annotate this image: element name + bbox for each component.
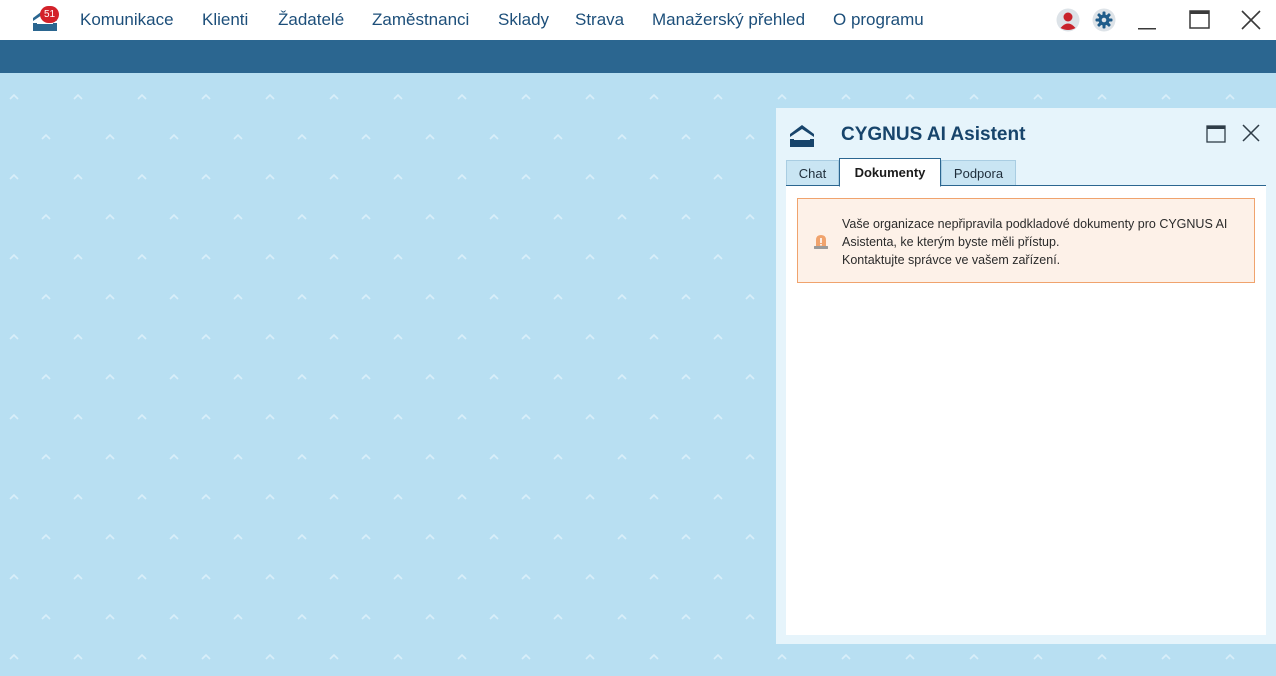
assistant-logo-icon — [790, 125, 814, 147]
close-icon[interactable] — [1239, 8, 1263, 32]
maximize-icon[interactable] — [1188, 8, 1212, 32]
nav-item-zamestnanci[interactable]: Zaměstnanci — [372, 0, 469, 40]
alert-message: Vaše organizace nepřipravila podkladové … — [842, 215, 1246, 269]
alert-message-line1: Vaše organizace nepřipravila podkladové … — [842, 217, 1228, 249]
user-icon[interactable] — [1056, 8, 1080, 32]
nav-item-zadatele[interactable]: Žadatelé — [278, 0, 344, 40]
notification-badge[interactable]: 51 — [40, 6, 59, 23]
tab-chat[interactable]: Chat — [786, 160, 839, 186]
nav-item-strava[interactable]: Strava — [575, 0, 624, 40]
tab-podpora[interactable]: Podpora — [941, 160, 1016, 186]
minimize-icon[interactable] — [1136, 8, 1160, 32]
documents-content: Vaše organizace nepřipravila podkladové … — [786, 186, 1266, 635]
nav-item-manazersky-prehled[interactable]: Manažerský přehled — [652, 0, 805, 40]
nav-item-o-programu[interactable]: O programu — [833, 0, 924, 40]
top-menu-bar: 51 Komunikace Klienti Žadatelé Zaměstnan… — [0, 0, 1276, 40]
alert-message-line2: Kontaktujte správce ve vašem zařízení. — [842, 253, 1061, 267]
tab-dokumenty[interactable]: Dokumenty — [839, 158, 941, 187]
nav-item-klienti[interactable]: Klienti — [202, 0, 248, 40]
ai-assistant-panel: CYGNUS AI Asistent Chat Dokumenty Podpor… — [776, 108, 1276, 644]
panel-title: CYGNUS AI Asistent — [841, 124, 1026, 145]
gear-icon[interactable] — [1092, 8, 1116, 32]
nav-item-sklady[interactable]: Sklady — [498, 0, 549, 40]
nav-item-komunikace[interactable]: Komunikace — [80, 0, 174, 40]
panel-maximize-icon[interactable] — [1206, 124, 1226, 144]
panel-close-icon[interactable] — [1241, 123, 1261, 143]
warning-alert: Vaše organizace nepřipravila podkladové … — [797, 198, 1255, 283]
header-strip — [0, 40, 1276, 73]
warning-icon — [814, 235, 828, 249]
